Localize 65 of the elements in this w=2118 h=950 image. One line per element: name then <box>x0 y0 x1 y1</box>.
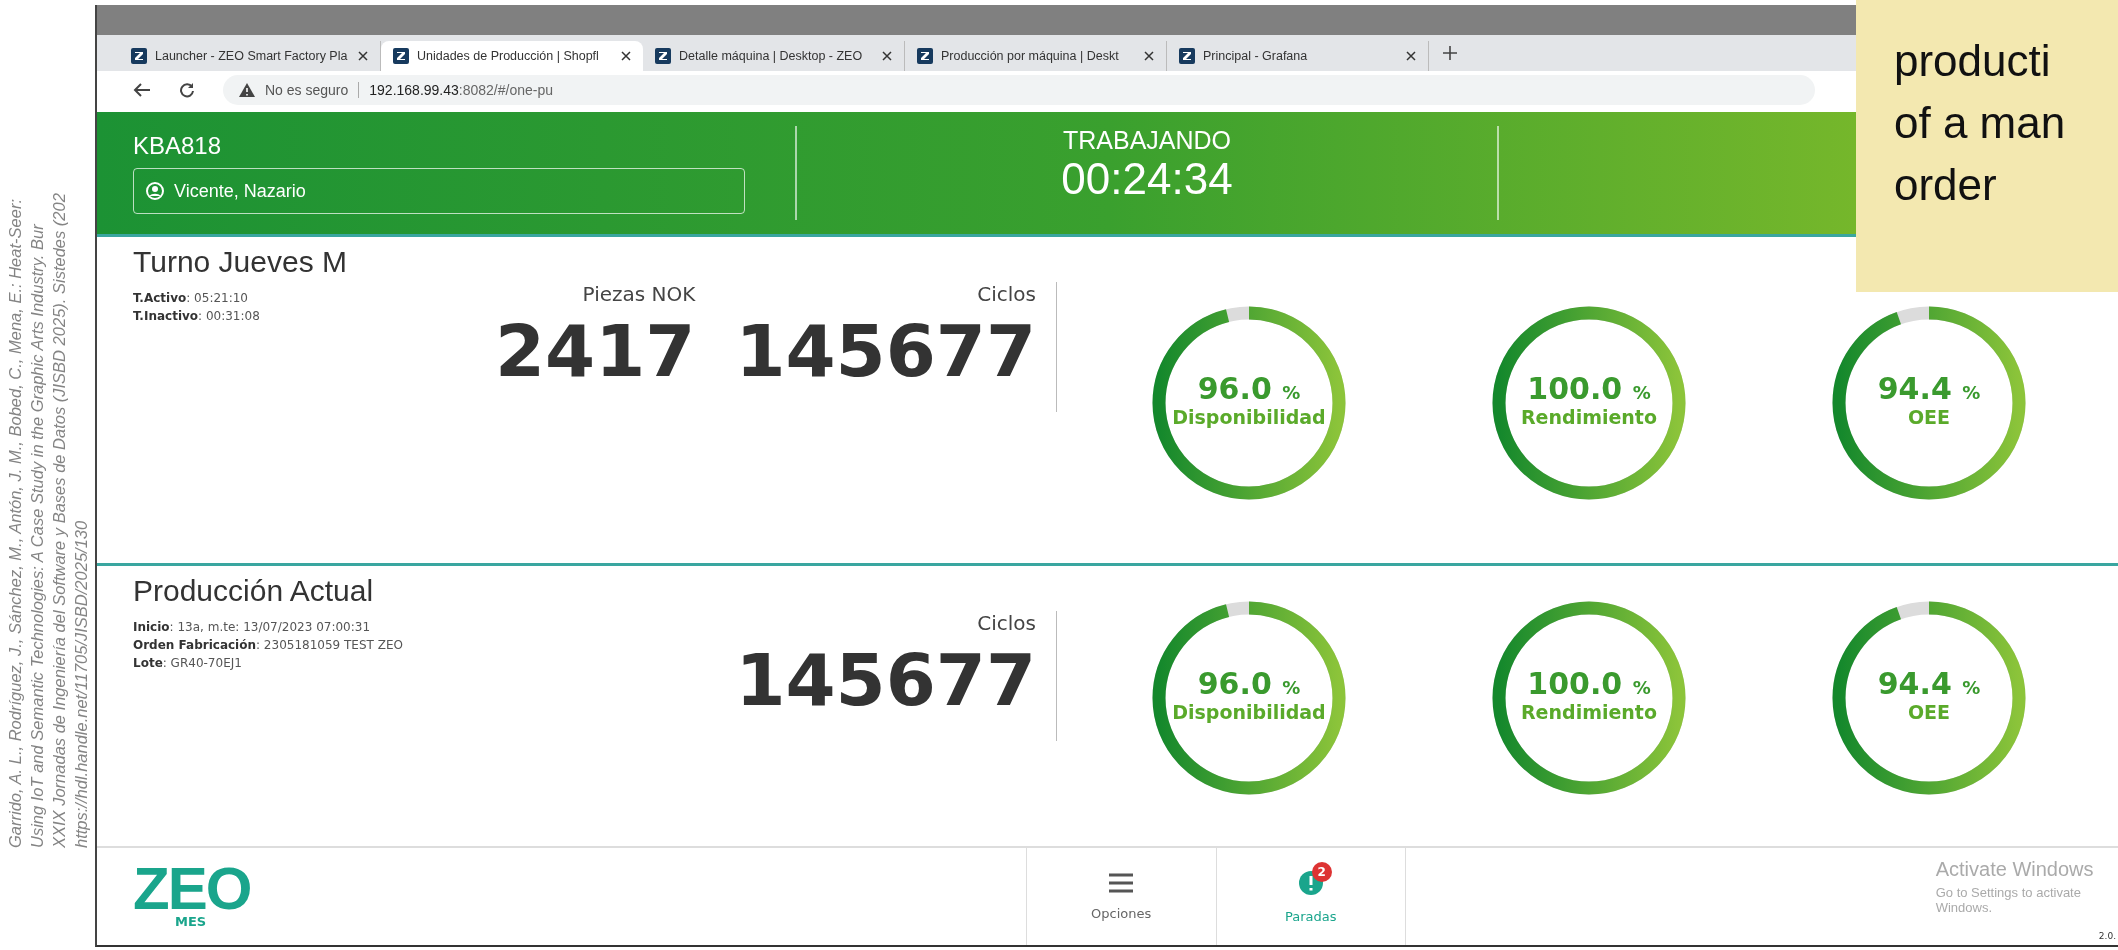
gauge-value: 96.0 % <box>1196 666 1302 701</box>
new-tab-icon <box>1443 46 1457 60</box>
person-icon <box>146 182 164 200</box>
detail-line: T.Inactivo: 00:31:08 <box>133 308 261 325</box>
tab-title: Principal - Grafana <box>1203 49 1309 63</box>
security-warning: No es seguro <box>265 82 360 98</box>
detail-line: Orden Fabricación: 2305181059 TEST ZEO <box>133 637 404 654</box>
back-arrow-icon <box>133 82 151 98</box>
citation-text: Using IoT and Semantic Technologies: A Case Study in the Graphic Arts Industry. Bur <box>27 223 47 848</box>
gauge-label: OEE <box>1906 406 1952 428</box>
close-icon <box>1406 51 1416 61</box>
favicon-icon <box>655 48 671 64</box>
detail-line: Inicio: 13a, m.te: 13/07/2023 07:00:31 <box>133 619 372 636</box>
logo-wordmark: ZEO <box>133 863 251 914</box>
stat-value: 2417 <box>495 308 696 395</box>
caption-text: of a man <box>1894 97 2067 149</box>
favicon-icon <box>917 48 933 64</box>
tab-title: Producción por máquina | Deskt <box>941 49 1120 63</box>
section-title: Producción Actual <box>133 574 375 608</box>
citation-text: Garrido, A. L., Rodríguez, J., Sánchez, M., Antón, J. M., Bobed, C., Mena, E.: Heat-Seer: <box>5 198 25 848</box>
operator-field[interactable]: Vicente, Nazario <box>133 168 745 214</box>
tab-title: Unidades de Producción | Shopfl <box>417 49 600 63</box>
warning-icon <box>239 83 255 97</box>
activation-message: Go to Settings to activate Windows. <box>1935 885 2082 915</box>
caption-text: producti <box>1894 35 2052 87</box>
gauge-value: 96.0 % <box>1196 371 1302 406</box>
detail-line: T.Activo: 05:21:10 <box>133 290 249 307</box>
close-icon <box>358 51 368 61</box>
address-field[interactable]: No es seguro 192.168.99.43:8082/#/one-pu <box>223 75 1815 105</box>
version-text: 2.0. <box>2098 931 2116 941</box>
close-icon <box>621 51 631 61</box>
citation-text: https://hdl.handle.net/11705/JISBD/2025/130 <box>71 519 91 848</box>
activation-title: Activate Windows <box>1935 858 2095 881</box>
logo-subtitle: MES <box>175 913 207 930</box>
close-icon <box>1144 51 1154 61</box>
citation-text: XXIX Jornadas de Ingeniería del Software y Bases de Datos (JISBD 2025). Sistedes (202 <box>49 193 69 848</box>
gauge-value: 94.4 % <box>1876 666 1982 701</box>
operator-name: Vicente, Nazario <box>174 180 306 202</box>
gauge-value: 94.4 % <box>1876 371 1982 406</box>
reload-icon <box>179 82 195 98</box>
close-icon <box>882 51 892 61</box>
notification-badge: 2 <box>1311 861 1332 882</box>
tab-title: Detalle máquina | Desktop - ZEO <box>679 49 864 63</box>
machine-status: TRABAJANDO <box>1061 126 1233 155</box>
url-text: 192.168.99.43:8082/#/one-pu <box>369 82 553 98</box>
favicon-icon <box>1179 48 1195 64</box>
stat-label: Piezas NOK <box>581 282 696 306</box>
gauge-label: Disponibilidad <box>1171 701 1327 723</box>
browser-tab[interactable]: Unidades de Producción | Shopfl <box>381 41 643 71</box>
tab-title: Launcher - ZEO Smart Factory Pla <box>155 49 349 63</box>
caption-text: order <box>1894 159 1998 211</box>
favicon-icon <box>131 48 147 64</box>
gauge-label: OEE <box>1906 701 1952 723</box>
gauge-label: Disponibilidad <box>1171 406 1327 428</box>
section-title: Turno Jueves M <box>133 245 348 279</box>
detail-line: Lote: GR40-70EJ1 <box>133 655 243 672</box>
menu-icon <box>1109 872 1134 893</box>
stat-value: 145677 <box>735 637 1036 724</box>
machine-name: KBA818 <box>133 132 223 160</box>
elapsed-timer: 00:24:34 <box>1060 155 1234 203</box>
stat-label: Ciclos <box>976 611 1036 635</box>
stat-value: 145677 <box>735 308 1036 395</box>
stat-label: Ciclos <box>976 282 1036 306</box>
nav-button[interactable]: 2 Paradas <box>1215 848 1406 945</box>
favicon-icon <box>393 48 409 64</box>
